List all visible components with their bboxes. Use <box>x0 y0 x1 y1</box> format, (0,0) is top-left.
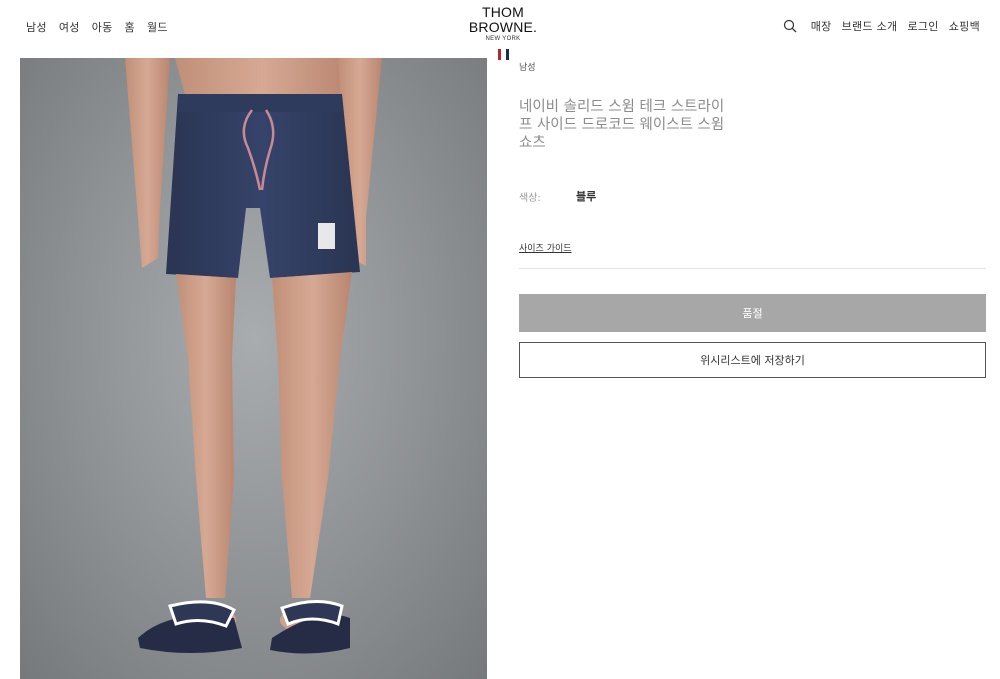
nav-item-women[interactable]: 여성 <box>59 19 80 35</box>
brand-logo[interactable]: THOM BROWNE. NEW YORK <box>450 5 556 64</box>
product-photo-illustration <box>125 58 382 654</box>
product-image[interactable] <box>20 58 487 679</box>
nav-item-men[interactable]: 남성 <box>26 19 47 35</box>
nav-item-about-brand[interactable]: 브랜드 소개 <box>842 18 898 34</box>
nav-item-home[interactable]: 홈 <box>125 19 135 35</box>
color-selector: 색상: 블루 <box>519 188 596 204</box>
tricolor-flag-icon <box>497 49 509 60</box>
size-guide-link[interactable]: 사이즈 가이드 <box>519 241 572 254</box>
nav-item-stores[interactable]: 매장 <box>811 18 832 34</box>
color-value: 블루 <box>576 190 597 203</box>
site-header: 남성 여성 아동 홈 월드 THOM BROWNE. NEW YORK 매장 브… <box>0 0 1000 60</box>
logo-main-text: THOM BROWNE. <box>468 4 538 35</box>
nav-item-login[interactable]: 로그인 <box>907 18 938 34</box>
breadcrumb-category[interactable]: 남성 <box>519 60 536 73</box>
sold-out-button[interactable]: 품절 <box>519 294 986 332</box>
search-icon[interactable] <box>783 19 797 33</box>
save-to-wishlist-button[interactable]: 위시리스트에 저장하기 <box>519 342 986 378</box>
product-title: 네이비 솔리드 스윔 테크 스트라이프 사이드 드로코드 웨이스트 스윔 쇼츠 <box>519 99 725 151</box>
nav-item-shopping-bag[interactable]: 쇼핑백 <box>949 18 980 34</box>
logo-sub-text: NEW YORK <box>485 36 521 42</box>
utility-nav: 매장 브랜드 소개 로그인 쇼핑백 <box>783 18 980 34</box>
divider <box>519 268 986 269</box>
nav-item-kids[interactable]: 아동 <box>92 19 113 35</box>
main-nav: 남성 여성 아동 홈 월드 <box>26 19 168 35</box>
color-label: 색상: <box>519 192 541 204</box>
nav-item-world[interactable]: 월드 <box>147 19 168 35</box>
